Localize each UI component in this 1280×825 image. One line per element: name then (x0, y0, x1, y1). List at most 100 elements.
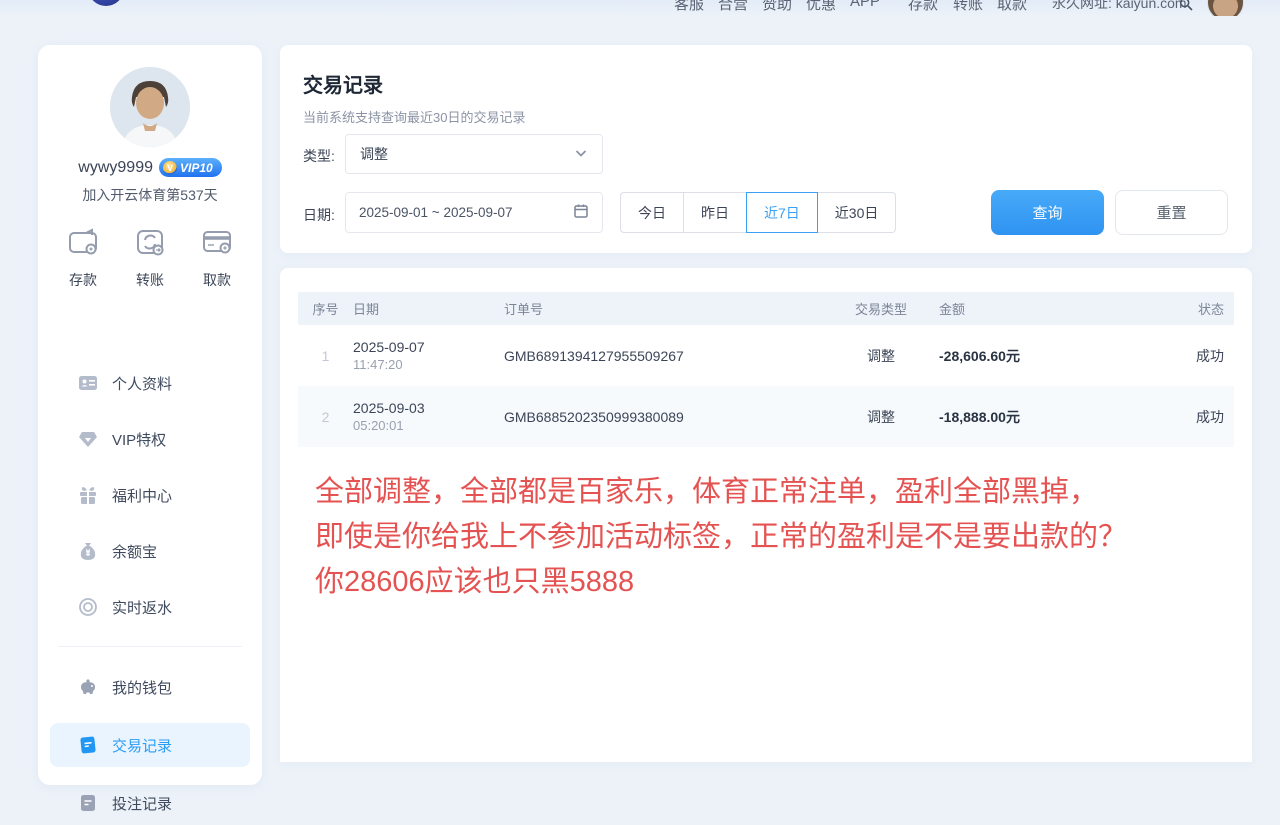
table-row: 1 2025-09-07 11:47:20 GMB689139412795550… (298, 325, 1234, 386)
quick-date-group: 今日 昨日 近7日 近30日 (620, 192, 896, 233)
col-date: 日期 (353, 299, 504, 318)
col-status: 状态 (1189, 299, 1234, 318)
row-time: 05:20:01 (353, 418, 504, 433)
type-select[interactable]: 调整 (345, 134, 603, 174)
site-logo[interactable] (88, 0, 178, 8)
row-type: 调整 (823, 346, 939, 366)
bank-card-icon (200, 225, 234, 264)
sidebar-item-yuebao[interactable]: 余额宝 (50, 531, 250, 571)
withdraw-quick-action[interactable]: 取款 (200, 225, 234, 290)
nav-partnership[interactable]: 合营 (718, 0, 748, 14)
sidebar-item-rebate[interactable]: 实时返水 (50, 587, 250, 627)
sidebar-item-label: 个人资料 (112, 373, 172, 394)
row-order-no: GMB6891394127955509267 (504, 348, 823, 364)
transactions-table: 序号 日期 订单号 交易类型 金额 状态 1 2025-09-07 11:47:… (298, 292, 1234, 447)
sidebar-item-label: 余额宝 (112, 541, 157, 562)
rebate-coin-icon (78, 597, 98, 617)
row-amount: -18,888.00元 (939, 407, 1189, 427)
vip-gem-icon: V (163, 161, 177, 175)
sidebar-item-label: 福利中心 (112, 485, 172, 506)
row-order-no: GMB6885202350999380089 (504, 409, 823, 425)
row-datetime: 2025-09-03 05:20:01 (353, 400, 504, 433)
nav-withdraw[interactable]: 取款 (997, 0, 1027, 14)
username: wywy9999 (78, 159, 153, 177)
page-subtitle: 当前系统支持查询最近30日的交易记录 (303, 107, 525, 126)
bet-doc-icon (78, 793, 98, 813)
reset-button[interactable]: 重置 (1115, 190, 1228, 235)
sidebar-divider (58, 646, 242, 647)
date-range-input[interactable]: 2025-09-01 ~ 2025-09-07 (345, 192, 603, 233)
quick-date-last7days[interactable]: 近7日 (746, 192, 818, 233)
date-range-value: 2025-09-01 ~ 2025-09-07 (359, 205, 513, 220)
sidebar-item-label: 交易记录 (112, 735, 172, 756)
row-datetime: 2025-09-07 11:47:20 (353, 339, 504, 372)
gem-icon (78, 429, 98, 449)
quick-date-today[interactable]: 今日 (620, 192, 684, 233)
deposit-label: 存款 (69, 270, 97, 290)
transfer-quick-action[interactable]: 转账 (133, 225, 167, 290)
nav-transfer[interactable]: 转账 (953, 0, 983, 14)
quick-actions: 存款 转账 取款 (38, 205, 262, 290)
transfer-label: 转账 (136, 270, 164, 290)
page-title: 交易记录 (303, 69, 383, 98)
sidebar-item-label: VIP特权 (112, 429, 166, 450)
top-navigation-bar: 客服 合营 赞助 优惠 APP 存款 转账 取款 永久网址: kaiyun.co… (0, 0, 1280, 16)
sidebar-item-label: 我的钱包 (112, 677, 172, 698)
table-row: 2 2025-09-03 05:20:01 GMB688520235099938… (298, 386, 1234, 447)
date-label: 日期: (303, 205, 335, 225)
chevron-down-icon (574, 146, 588, 163)
annotation-line: 全部调整，全部都是百家乐，体育正常注单，盈利全部黑掉， (315, 470, 1127, 515)
col-amount: 金额 (939, 299, 1189, 318)
row-status: 成功 (1189, 407, 1234, 427)
vip-badge: V VIP10 (159, 158, 222, 177)
money-bag-icon (78, 541, 98, 561)
nav-deposit[interactable]: 存款 (908, 0, 938, 14)
search-icon[interactable] (1178, 0, 1194, 12)
row-date: 2025-09-07 (353, 339, 504, 355)
nav-promotions[interactable]: 优惠 (806, 0, 836, 14)
sidebar-item-profile[interactable]: 个人资料 (50, 363, 250, 403)
topbar-user-avatar[interactable] (1207, 0, 1244, 16)
query-button[interactable]: 查询 (991, 190, 1104, 235)
row-status: 成功 (1189, 346, 1234, 366)
col-type: 交易类型 (823, 299, 939, 318)
gift-icon (78, 485, 98, 505)
row-type: 调整 (823, 407, 939, 427)
user-avatar[interactable] (110, 67, 190, 147)
quick-date-yesterday[interactable]: 昨日 (684, 192, 747, 233)
nav-app[interactable]: APP (850, 0, 880, 10)
filters-card: 交易记录 当前系统支持查询最近30日的交易记录 类型: 调整 日期: 2025-… (280, 45, 1252, 253)
sidebar-item-bet-records[interactable]: 投注记录 (50, 781, 250, 825)
annotation-line: 即使是你给我上不参加活动标签，正常的盈利是不是要出款的？ (315, 515, 1127, 560)
type-label: 类型: (303, 146, 335, 166)
nav-sponsorship[interactable]: 赞助 (762, 0, 792, 14)
deposit-quick-action[interactable]: 存款 (66, 225, 100, 290)
annotation-line: 你28606应该也只黑5888 (315, 560, 1127, 605)
profile-sidebar: wywy9999 V VIP10 加入开云体育第537天 存款 转账 取款 (38, 45, 262, 785)
id-card-icon (78, 373, 98, 393)
vip-level-label: VIP10 (180, 161, 213, 175)
transfer-icon (133, 225, 167, 264)
col-index: 序号 (298, 299, 353, 318)
row-index: 1 (298, 348, 353, 364)
row-date: 2025-09-03 (353, 400, 504, 416)
row-index: 2 (298, 409, 353, 425)
quick-date-last30days[interactable]: 近30日 (818, 192, 897, 233)
table-header-row: 序号 日期 订单号 交易类型 金额 状态 (298, 292, 1234, 325)
logo-ball-icon (88, 0, 124, 6)
row-time: 11:47:20 (353, 357, 504, 372)
sidebar-menu-top: 个人资料 VIP特权 福利中心 余额宝 实时返水 (50, 363, 250, 627)
calendar-icon (573, 203, 589, 222)
piggy-bank-icon (78, 677, 98, 697)
sidebar-menu-bottom: 我的钱包 交易记录 投注记录 (50, 665, 250, 825)
sidebar-item-transaction-records[interactable]: 交易记录 (50, 723, 250, 767)
nav-customer-service[interactable]: 客服 (674, 0, 704, 14)
sidebar-item-welfare[interactable]: 福利中心 (50, 475, 250, 515)
type-select-value: 调整 (360, 144, 388, 164)
permanent-url-label: 永久网址: kaiyun.com (1052, 0, 1187, 13)
sidebar-item-label: 实时返水 (112, 597, 172, 618)
wallet-icon (66, 225, 100, 264)
sidebar-item-wallet[interactable]: 我的钱包 (50, 665, 250, 709)
profile-block: wywy9999 V VIP10 加入开云体育第537天 (38, 45, 262, 205)
sidebar-item-vip[interactable]: VIP特权 (50, 419, 250, 459)
